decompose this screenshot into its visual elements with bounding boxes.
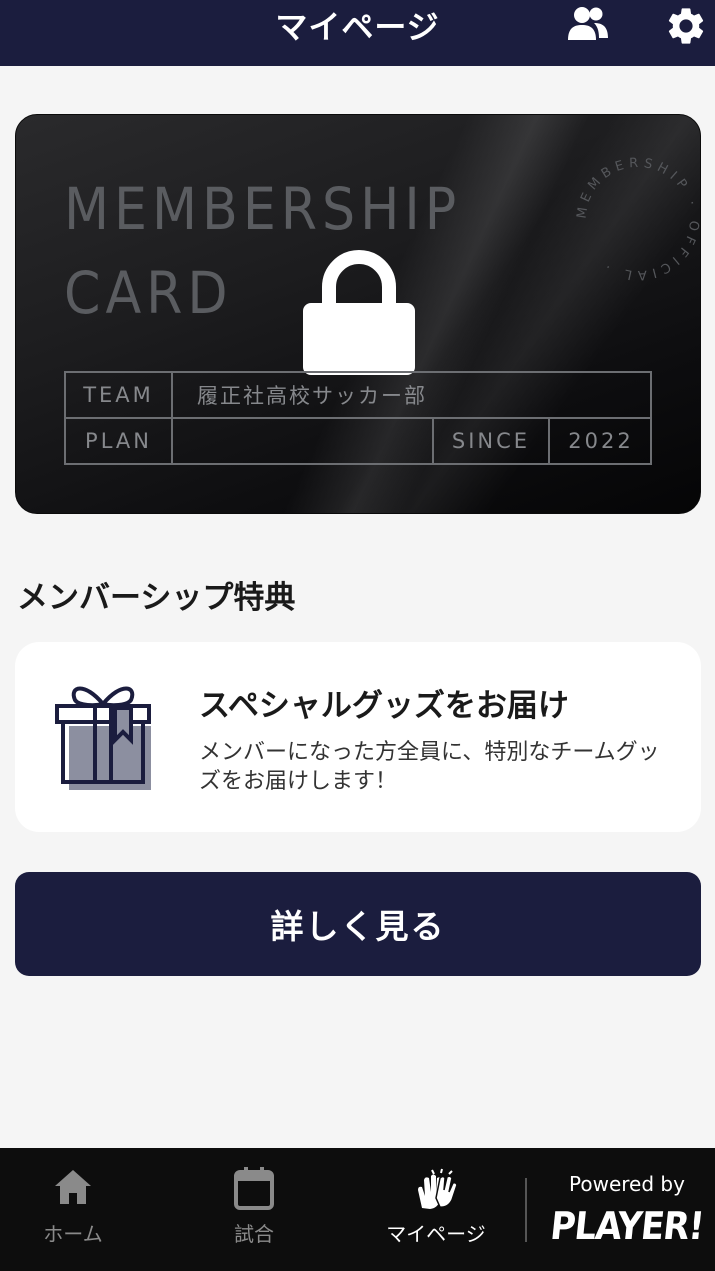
player-logo[interactable]: PLAYER!	[543, 1204, 712, 1248]
perk-card: スペシャルグッズをお届け メンバーになった方全員に、特別なチームグッズをお届けし…	[15, 642, 701, 832]
official-seal: MEMBERSHIP · OFFICIAL ·	[575, 156, 701, 282]
since-value: 2022	[568, 429, 634, 453]
nav-home[interactable]: ホーム	[3, 1148, 143, 1271]
section-title: メンバーシップ特典	[17, 580, 296, 616]
details-button[interactable]: 詳しく見る	[15, 872, 701, 976]
card-info-table: TEAM 履正社高校サッカー部 PLAN SINCE 2022	[64, 371, 652, 465]
gift-icon	[55, 686, 151, 790]
nav-label: ホーム	[43, 1222, 103, 1246]
seal-text: MEMBERSHIP · OFFICIAL ·	[575, 156, 697, 282]
perk-title: スペシャルグッズをお届け	[199, 688, 569, 724]
home-icon	[55, 1170, 91, 1204]
team-label: TEAM	[83, 383, 154, 407]
nav-label: 試合	[234, 1222, 274, 1246]
powered-by-text: Powered by	[569, 1172, 685, 1196]
plan-label: PLAN	[85, 429, 152, 453]
svg-text:MEMBERSHIP · OFFICIAL ·: MEMBERSHIP · OFFICIAL ·	[575, 156, 701, 282]
gear-icon[interactable]	[664, 4, 708, 44]
nav-divider	[525, 1178, 527, 1242]
nav-matches[interactable]: 試合	[184, 1148, 324, 1271]
perk-description: メンバーになった方全員に、特別なチームグッズをお届けします！	[199, 740, 660, 794]
team-value: 履正社高校サッカー部	[197, 384, 427, 408]
since-label: SINCE	[451, 429, 531, 453]
membership-card[interactable]: MEMBERSHIP CARD MEMBERSHIP · OFFICIAL · …	[15, 114, 701, 514]
people-icon[interactable]	[566, 4, 610, 44]
nav-mypage[interactable]: マイページ	[366, 1148, 506, 1271]
hands-icon	[418, 1168, 458, 1209]
calendar-icon	[234, 1167, 274, 1210]
lock-icon	[303, 250, 415, 375]
plan-value	[173, 419, 432, 463]
nav-label: マイページ	[386, 1222, 486, 1246]
top-header: マイページ	[0, 0, 715, 66]
bottom-nav: ホーム 試合 マイページ Powered by PLAYER!	[0, 1148, 715, 1271]
